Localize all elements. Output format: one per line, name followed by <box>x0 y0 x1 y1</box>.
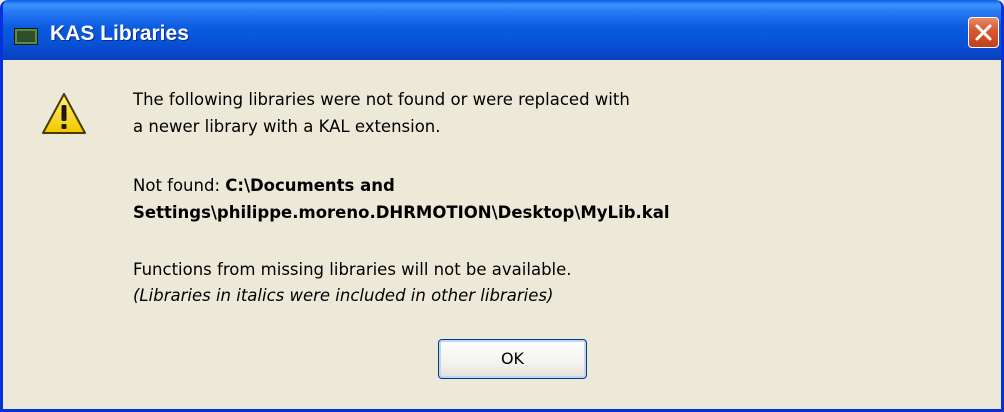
not-found-path-part2: Settings\philippe.moreno.DHRMOTION\Deskt… <box>133 203 670 222</box>
functions-note: Functions from missing libraries will no… <box>133 260 572 279</box>
message-line-1: The following libraries were not found o… <box>133 90 630 109</box>
window-title: KAS Libraries <box>50 22 189 45</box>
not-found-path-part1: C:\Documents and <box>225 176 395 195</box>
dialog-window: KAS Libraries The following libraries we… <box>0 0 1004 412</box>
ok-button[interactable]: OK <box>438 339 587 379</box>
message-line-2: a newer library with a KAL extension. <box>133 117 441 136</box>
not-found-label: Not found: <box>133 176 226 195</box>
close-button[interactable] <box>968 17 999 48</box>
title-bar[interactable]: KAS Libraries <box>3 0 1001 60</box>
not-found-line: Not found: C:\Documents and <box>133 176 395 195</box>
warning-icon <box>42 93 86 134</box>
not-found-path-line: Settings\philippe.moreno.DHRMOTION\Deskt… <box>133 203 670 222</box>
italics-note: (Libraries in italics were included in o… <box>133 286 554 305</box>
app-window-icon <box>14 28 38 45</box>
close-icon <box>975 24 992 41</box>
